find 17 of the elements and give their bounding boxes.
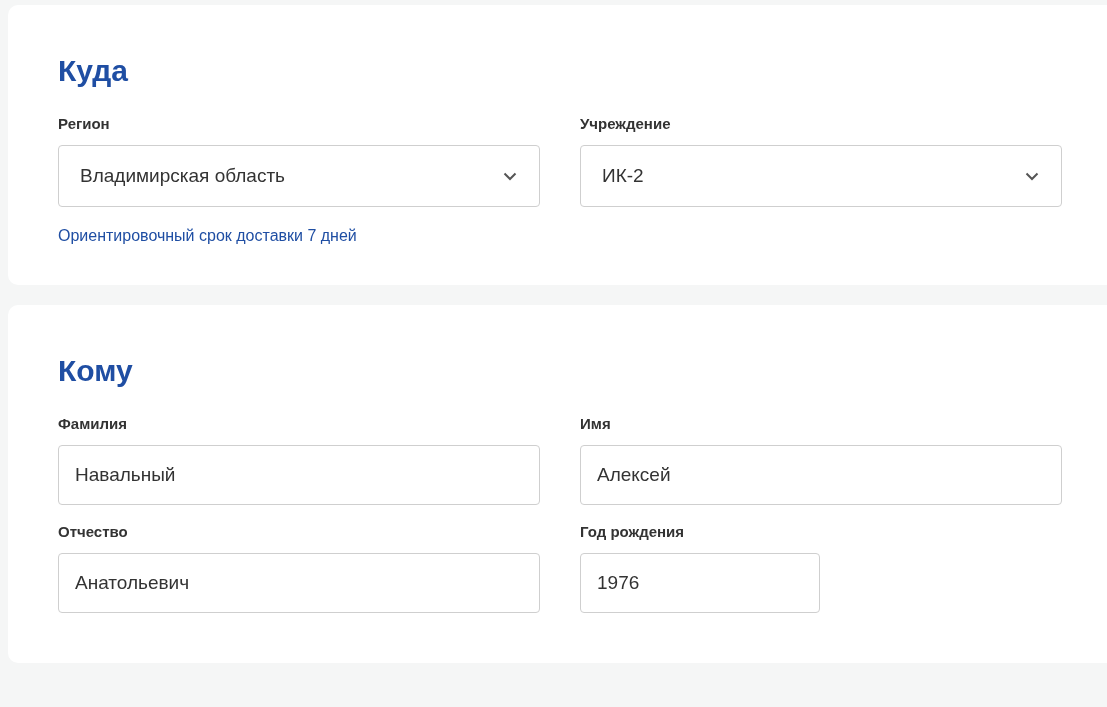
delivery-note: Ориентировочный срок доставки 7 дней xyxy=(58,227,358,245)
field-label: Учреждение xyxy=(580,115,672,132)
field-label: Отчество xyxy=(58,523,129,540)
field-label: Регион xyxy=(58,115,111,132)
chevron-icon xyxy=(503,171,517,181)
input-field[interactable]: Навальный xyxy=(58,445,540,505)
field-label: Фамилия xyxy=(58,415,128,432)
chevron-icon xyxy=(1025,171,1039,181)
input-field[interactable]: Анатольевич xyxy=(58,553,540,613)
field-label: Имя xyxy=(580,415,612,432)
dropdown[interactable]: Владимирская область xyxy=(58,145,540,207)
input-field[interactable]: 1976 xyxy=(580,553,820,613)
dropdown[interactable]: ИК-2 xyxy=(580,145,1062,207)
input-field[interactable]: Алексей xyxy=(580,445,1062,505)
field-label: Год рождения xyxy=(580,523,686,540)
section-title: Куда xyxy=(58,53,129,89)
section-title: Кому xyxy=(58,353,134,389)
